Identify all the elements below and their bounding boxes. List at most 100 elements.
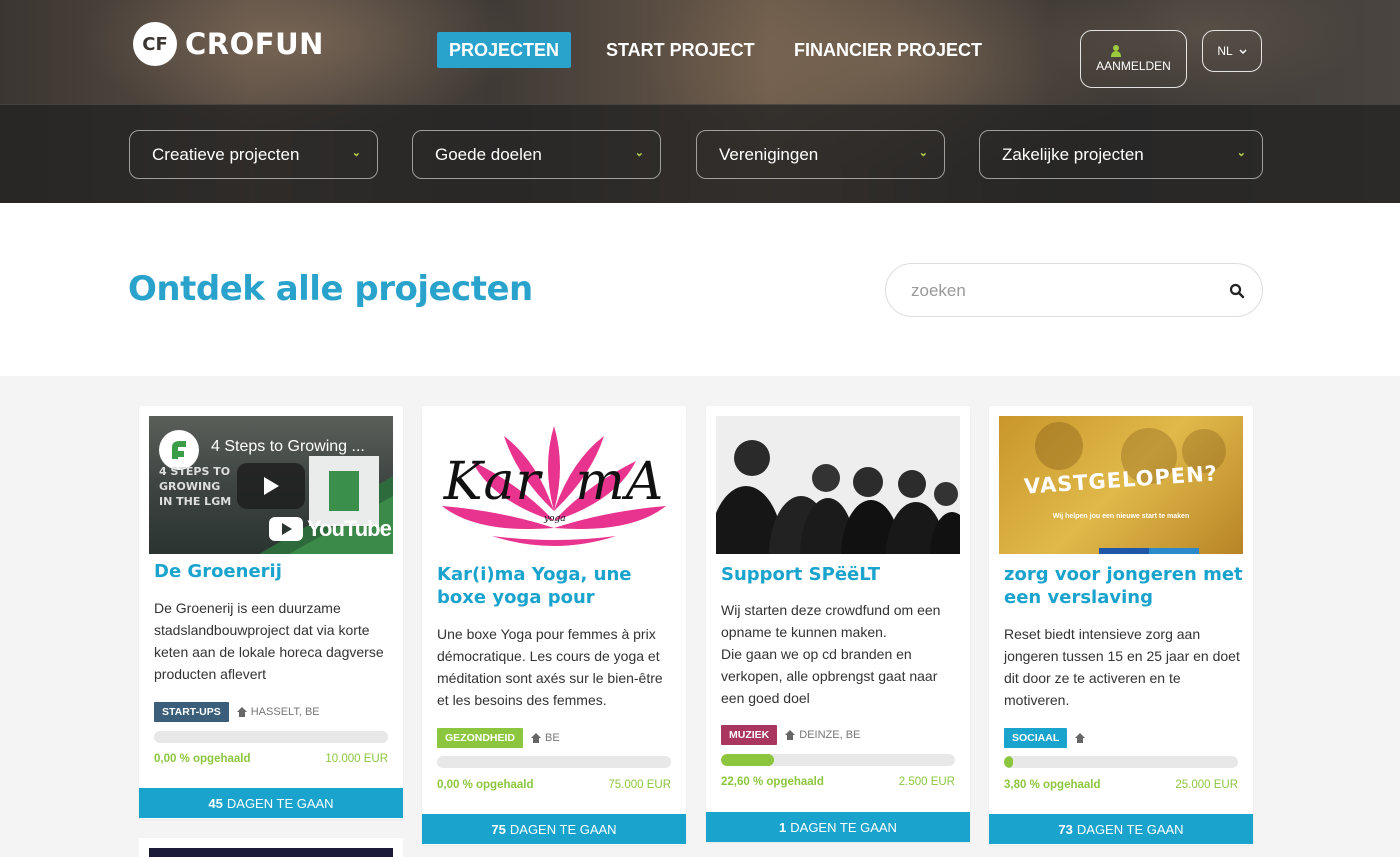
youtube-brand: YouTube [307, 516, 392, 541]
days-suffix: DAGEN TE GAAN [509, 821, 617, 837]
project-description: De Groenerij is een duurzame stadslandbo… [154, 600, 384, 682]
search-box [885, 263, 1263, 317]
project-image[interactable] [716, 416, 960, 554]
location: DEINZE, BE [785, 729, 860, 741]
project-card-groenerij[interactable]: 4 Steps to Growing ... 4 STEPS TO GROWIN… [139, 406, 403, 819]
nav-start-project[interactable]: START PROJECT [606, 32, 755, 68]
filter-label: Verenigingen [719, 144, 819, 164]
funding-progress-bar [154, 731, 388, 743]
days-remaining: 73 DAGEN TE GAAN [989, 814, 1253, 844]
nav-projecten[interactable]: PROJECTEN [437, 32, 572, 68]
progress-fill [721, 754, 774, 766]
project-grid: 4 Steps to Growing ... 4 STEPS TO GROWIN… [0, 376, 1400, 857]
filter-verenigingen[interactable]: Verenigingen ⌄ [696, 130, 945, 179]
logo[interactable]: CF CROFUN [133, 22, 324, 66]
location: HASSELT, BE [236, 706, 320, 718]
nav-financier-project[interactable]: FINANCIER PROJECT [794, 32, 982, 68]
home-icon [785, 730, 796, 740]
project-title[interactable]: Kar(i)ma Yoga, une boxe yoga pour [437, 563, 677, 609]
chevron-down-icon: ⌄ [1236, 147, 1246, 159]
project-card-next[interactable] [139, 838, 403, 857]
logo-text-left: Kar [443, 452, 542, 512]
days-count: 45 [208, 795, 223, 811]
chevron-down-icon: ⌄ [918, 147, 928, 159]
project-title[interactable]: zorg voor jongeren met een verslaving [1004, 563, 1244, 609]
funding-goal: 75.000 EUR [608, 779, 671, 791]
funding-goal: 25.000 EUR [1175, 779, 1238, 791]
days-count: 73 [1058, 821, 1073, 837]
video-thumbnail[interactable]: 4 Steps to Growing ... 4 STEPS TO GROWIN… [149, 416, 393, 554]
overlay-line: GROWING [159, 480, 221, 493]
project-card-karima-yoga[interactable]: Kar mA yoga Kar(i)ma Yoga, une boxe yoga … [422, 406, 686, 845]
days-remaining: 75 DAGEN TE GAAN [422, 814, 686, 844]
funding-progress-bar [721, 754, 955, 766]
top-navigation: CF CROFUN PROJECTEN START PROJECT FINANC… [0, 0, 1400, 104]
overlay-line: 4 STEPS TO [159, 465, 231, 478]
category-badge[interactable]: SOCIAAL [1004, 728, 1068, 748]
project-description: Wij starten deze crowdfund om een opname… [721, 602, 941, 706]
logo-text-right: mA [575, 452, 665, 512]
login-label: AANMELDEN [1096, 59, 1171, 73]
filter-label: Creatieve projecten [152, 144, 300, 164]
location-text: DEINZE, BE [799, 729, 861, 741]
project-meta: START-UPS HASSELT, BE [154, 702, 320, 722]
project-description: Une boxe Yoga pour femmes à prix démocra… [437, 626, 663, 708]
filter-goede-doelen[interactable]: Goede doelen ⌄ [412, 130, 661, 179]
home-icon [236, 707, 247, 717]
search-input[interactable] [911, 278, 1211, 304]
hero-header: CF CROFUN PROJECTEN START PROJECT FINANC… [0, 0, 1400, 203]
progress-fill [1004, 756, 1013, 768]
days-suffix: DAGEN TE GAAN [1076, 821, 1184, 837]
logo-sub: yoga [544, 514, 566, 524]
language-label: NL [1217, 44, 1233, 58]
location: BE [531, 732, 560, 744]
days-count: 75 [491, 821, 506, 837]
funding-stats: 22,60 % opgehaald 2.500 EUR [721, 776, 955, 788]
project-title[interactable]: De Groenerij [154, 560, 394, 583]
language-select[interactable]: NL [1202, 30, 1262, 72]
overlay-line: IN THE LGM [159, 495, 232, 508]
funding-stats: 3,80 % opgehaald 25.000 EUR [1004, 779, 1238, 791]
funding-goal: 2.500 EUR [898, 776, 955, 788]
leaf-logo-icon [172, 441, 186, 459]
project-card-zorg-jongeren[interactable]: VASTGELOPEN? Wij helpen jou een nieuwe s… [989, 406, 1253, 845]
days-count: 1 [779, 819, 787, 835]
project-image[interactable]: Kar mA yoga [432, 416, 676, 554]
youtube-icon [269, 517, 303, 541]
search-icon[interactable] [1229, 283, 1245, 299]
project-card-support-speelt[interactable]: Support SPëëLT Wij starten deze crowdfun… [706, 406, 970, 842]
user-icon [1110, 45, 1121, 57]
chevron-down-icon: ⌄ [634, 147, 644, 159]
play-button[interactable] [237, 463, 305, 509]
funding-progress-bar [437, 756, 671, 768]
category-badge[interactable]: GEZONDHEID [437, 728, 524, 748]
project-description: Reset biedt intensieve zorg aan jongeren… [1004, 626, 1240, 708]
location [1075, 733, 1089, 743]
youtube-logo: YouTube [269, 516, 392, 542]
project-title[interactable]: Support SPëëLT [721, 563, 961, 586]
days-suffix: DAGEN TE GAAN [226, 795, 334, 811]
location-text: HASSELT, BE [250, 706, 320, 718]
login-button[interactable]: AANMELDEN [1080, 30, 1187, 88]
filter-zakelijke-projecten[interactable]: Zakelijke projecten ⌄ [979, 130, 1263, 179]
filter-creatieve-projecten[interactable]: Creatieve projecten ⌄ [129, 130, 378, 179]
chevron-down-icon: ⌄ [351, 147, 361, 159]
project-image-partial [149, 848, 393, 857]
page-title: Ontdek alle projecten [128, 269, 533, 309]
project-meta: SOCIAAL [1004, 728, 1089, 748]
funding-stats: 0,00 % opgehaald 10.000 EUR [154, 753, 388, 765]
funding-goal: 10.000 EUR [325, 753, 388, 765]
video-title: 4 Steps to Growing ... [211, 438, 365, 455]
category-badge[interactable]: MUZIEK [721, 725, 778, 745]
percent-raised: 0,00 % opgehaald [154, 753, 251, 765]
project-image[interactable]: VASTGELOPEN? Wij helpen jou een nieuwe s… [999, 416, 1243, 554]
logo-wordmark: Kar mA [432, 452, 676, 512]
percent-raised: 3,80 % opgehaald [1004, 779, 1101, 791]
category-badge[interactable]: START-UPS [154, 702, 229, 722]
percent-raised: 0,00 % opgehaald [437, 779, 534, 791]
percent-raised: 22,60 % opgehaald [721, 776, 824, 788]
filter-label: Goede doelen [435, 144, 542, 164]
video-overlay-text: 4 STEPS TO GROWING IN THE LGM [159, 464, 231, 509]
logo-mark: CF [133, 22, 177, 66]
project-meta: MUZIEK DEINZE, BE [721, 725, 860, 745]
